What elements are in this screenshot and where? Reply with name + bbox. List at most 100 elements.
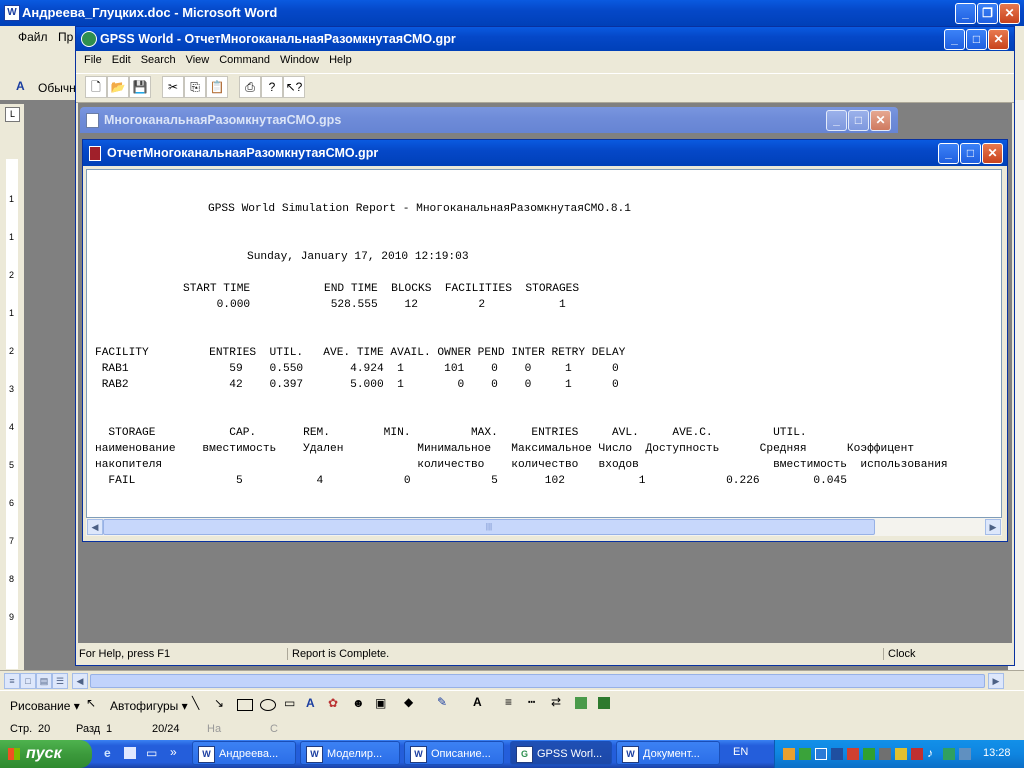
tray-icon-3[interactable] xyxy=(815,748,827,760)
report-text-area[interactable]: GPSS World Simulation Report - Многокана… xyxy=(86,169,1002,518)
gpss-menu-search[interactable]: Search xyxy=(136,51,181,69)
shadow-icon[interactable] xyxy=(575,697,587,709)
word-horizontal-scrollbar[interactable]: ≡ □ ▤ ☰ ◀ ▶ xyxy=(0,670,1024,691)
gpss-maximize-button[interactable]: □ xyxy=(966,29,987,50)
tray-icon-7[interactable] xyxy=(879,748,891,760)
taskbar-button-modeling[interactable]: W Моделир... xyxy=(300,741,400,765)
report-summary-values: 0.000 528.555 12 2 1 xyxy=(183,299,566,311)
picture-icon[interactable]: ▣ xyxy=(375,696,386,710)
report-scroll-right-icon[interactable]: ▶ xyxy=(985,519,1001,535)
new-icon[interactable]: 🗋 xyxy=(85,76,107,98)
ruler-num: 1 xyxy=(9,308,15,318)
taskbar-button-gpss[interactable]: G GPSS Worl... xyxy=(510,741,612,765)
model-window-titlebar[interactable]: МногоканальнаяРазомкнутаяСМО.gps _ □ ✕ xyxy=(80,107,898,133)
taskbar-button-description[interactable]: W Описание... xyxy=(404,741,504,765)
wordart-icon[interactable]: A xyxy=(306,696,315,710)
save-icon[interactable]: 💾 xyxy=(129,76,151,98)
fill-color-icon[interactable]: ◆ xyxy=(404,695,413,709)
arrow-icon[interactable]: ↘ xyxy=(214,696,224,710)
3d-icon[interactable] xyxy=(598,697,610,709)
textbox-icon[interactable]: ▭ xyxy=(284,696,295,710)
word-titlebar[interactable]: W Андреева_Глуцких.doc - Microsoft Word … xyxy=(0,0,1024,26)
report-hscrollbar[interactable]: ◀ ||| ▶ xyxy=(86,518,1002,536)
gpss-menu-help[interactable]: Help xyxy=(324,51,357,69)
word-restore-button[interactable]: ❐ xyxy=(977,3,998,24)
taskbar-button-document[interactable]: W Документ... xyxy=(616,741,720,765)
diagram-icon[interactable]: ✿ xyxy=(328,696,338,710)
storage-header-ru2: накопителя количество количество входов … xyxy=(95,459,948,471)
dash-style-icon[interactable]: ┅ xyxy=(528,695,535,709)
word-menu-edit[interactable]: Пр xyxy=(58,30,73,44)
help-icon[interactable]: ? xyxy=(261,76,283,98)
rectangle-icon[interactable] xyxy=(237,699,253,711)
desktop-quicklaunch-icon[interactable]: ▭ xyxy=(146,746,157,760)
start-button[interactable]: пуск xyxy=(0,740,92,768)
line-icon[interactable]: ╲ xyxy=(192,696,199,710)
tray-icon-10[interactable] xyxy=(943,748,955,760)
style-dropdown[interactable]: Обычн xyxy=(38,81,76,95)
tab-selector[interactable]: L xyxy=(5,107,20,122)
select-objects-icon[interactable]: ↖ xyxy=(86,696,96,710)
report-close-button[interactable]: ✕ xyxy=(982,143,1003,164)
model-minimize-button[interactable]: _ xyxy=(826,110,847,131)
cut-icon[interactable]: ✂ xyxy=(162,76,184,98)
hscroll-left-arrow-icon[interactable]: ◀ xyxy=(72,673,88,689)
ie-quicklaunch-icon[interactable]: e xyxy=(104,746,111,760)
word-close-button[interactable]: ✕ xyxy=(999,3,1020,24)
font-color-icon[interactable]: A xyxy=(473,695,482,709)
report-scroll-left-icon[interactable]: ◀ xyxy=(87,519,103,535)
tray-icon-11[interactable] xyxy=(959,748,971,760)
report-minimize-button[interactable]: _ xyxy=(938,143,959,164)
quicklaunch-more-icon[interactable]: » xyxy=(170,745,177,759)
view-normal-icon[interactable]: ≡ xyxy=(4,673,20,689)
view-web-icon[interactable]: □ xyxy=(20,673,36,689)
report-scroll-thumb[interactable]: ||| xyxy=(103,519,875,535)
paste-icon[interactable]: 📋 xyxy=(206,76,228,98)
tray-icon-1[interactable] xyxy=(783,748,795,760)
gpss-menu-file[interactable]: File xyxy=(79,51,107,69)
storage-header: STORAGE CAP. REM. MIN. MAX. ENTRIES AVL.… xyxy=(95,427,807,439)
line-style-icon[interactable]: ≡ xyxy=(505,695,512,709)
gpss-minimize-button[interactable]: _ xyxy=(944,29,965,50)
clipart-icon[interactable]: ☻ xyxy=(352,696,365,710)
gpss-close-button[interactable]: ✕ xyxy=(988,29,1009,50)
hscroll-right-arrow-icon[interactable]: ▶ xyxy=(988,673,1004,689)
print-icon[interactable]: ⎙ xyxy=(239,76,261,98)
gpss-menu-view[interactable]: View xyxy=(181,51,215,69)
gpss-menu-window[interactable]: Window xyxy=(275,51,324,69)
view-print-icon[interactable]: ▤ xyxy=(36,673,52,689)
view-outline-icon[interactable]: ☰ xyxy=(52,673,68,689)
autoshapes-menu[interactable]: Автофигуры ▾ xyxy=(110,699,188,713)
tray-icon-4[interactable] xyxy=(831,748,843,760)
open-icon[interactable]: 📂 xyxy=(107,76,129,98)
tray-icon-2[interactable] xyxy=(799,748,811,760)
windows-logo-icon xyxy=(8,748,20,760)
taskbar-button-andreeva[interactable]: W Андреева... xyxy=(192,741,296,765)
language-indicator[interactable]: EN xyxy=(733,746,748,758)
report-maximize-button[interactable]: □ xyxy=(960,143,981,164)
model-maximize-button[interactable]: □ xyxy=(848,110,869,131)
drawing-menu[interactable]: Рисование ▾ xyxy=(10,699,80,713)
tray-icon-6[interactable] xyxy=(863,748,875,760)
context-help-icon[interactable]: ↖? xyxy=(283,76,305,98)
gpss-menu-command[interactable]: Command xyxy=(214,51,275,69)
copy-icon[interactable]: ⎘ xyxy=(184,76,206,98)
word-minimize-button[interactable]: _ xyxy=(955,3,976,24)
report-window-titlebar[interactable]: ОтчетМногоканальнаяРазомкнутаяСМО.gpr _ … xyxy=(83,140,1007,166)
tray-icon-5[interactable] xyxy=(847,748,859,760)
gpss-menu-edit[interactable]: Edit xyxy=(107,51,136,69)
volume-icon[interactable]: ♪ xyxy=(927,746,933,760)
gpss-titlebar[interactable]: GPSS World - ОтчетМногоканальнаяРазомкну… xyxy=(76,27,1014,51)
hscroll-thumb[interactable] xyxy=(90,674,985,688)
model-close-button[interactable]: ✕ xyxy=(870,110,891,131)
line-color-icon[interactable]: ✎ xyxy=(437,695,447,709)
tray-icon-9[interactable] xyxy=(911,748,923,760)
clock[interactable]: 13:28 xyxy=(983,747,1011,759)
word-menu-file[interactable]: Файл xyxy=(18,30,48,44)
tray-icon-8[interactable] xyxy=(895,748,907,760)
model-window[interactable]: МногоканальнаяРазомкнутаяСМО.gps _ □ ✕ xyxy=(80,107,898,137)
arrow-style-icon[interactable]: ⇄ xyxy=(551,695,561,709)
oval-icon[interactable] xyxy=(260,699,276,711)
word-doc-icon: W xyxy=(622,746,639,763)
media-quicklaunch-icon[interactable] xyxy=(124,747,136,759)
